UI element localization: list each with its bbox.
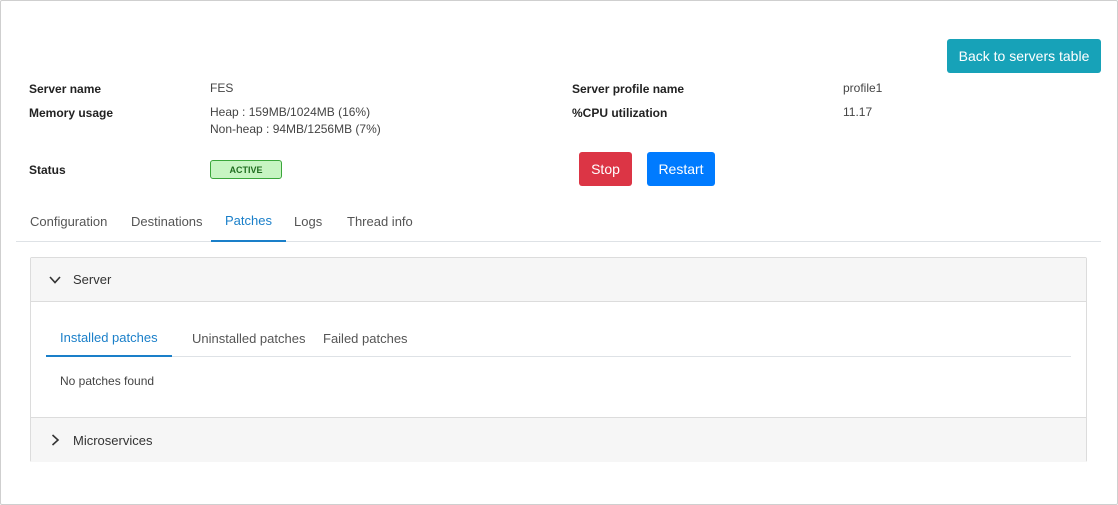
- memory-heap-value: Heap : 159MB/1024MB (16%): [210, 105, 371, 119]
- status-badge: ACTIVE: [210, 160, 282, 179]
- server-tabs: Configuration Destinations Patches Logs …: [16, 201, 1101, 242]
- tab-configuration[interactable]: Configuration: [30, 201, 107, 241]
- chevron-down-icon: [47, 272, 63, 288]
- tab-thread-info[interactable]: Thread info: [347, 201, 413, 241]
- subtab-failed-patches[interactable]: Failed patches: [323, 320, 408, 356]
- patches-accordion: Server Installed patches Uninstalled pat…: [30, 257, 1087, 462]
- server-profile-value: profile1: [843, 81, 883, 95]
- microservices-accordion-title: Microservices: [73, 432, 153, 448]
- server-profile-label: Server profile name: [572, 82, 685, 96]
- server-details-window: Back to servers table Server name FES Me…: [0, 0, 1118, 505]
- chevron-right-icon: [47, 432, 63, 448]
- cpu-utilization-label: %CPU utilization: [572, 106, 668, 120]
- server-name-value: FES: [210, 81, 234, 95]
- microservices-accordion-header[interactable]: Microservices: [31, 417, 1086, 462]
- server-accordion-header[interactable]: Server: [31, 258, 1086, 302]
- back-to-servers-button[interactable]: Back to servers table: [947, 39, 1101, 73]
- empty-patches-message: No patches found: [60, 374, 155, 388]
- cpu-utilization-value: 11.17: [843, 105, 873, 119]
- server-name-label: Server name: [29, 82, 102, 96]
- stop-button[interactable]: Stop: [579, 152, 632, 186]
- patch-subtabs: Installed patches Uninstalled patches Fa…: [46, 320, 1071, 357]
- subtab-installed-patches[interactable]: Installed patches: [46, 320, 172, 357]
- tab-destinations[interactable]: Destinations: [131, 201, 203, 241]
- tab-patches[interactable]: Patches: [211, 201, 286, 242]
- memory-usage-label: Memory usage: [29, 106, 114, 120]
- status-label: Status: [29, 163, 66, 177]
- restart-button[interactable]: Restart: [647, 152, 715, 186]
- memory-nonheap-value: Non-heap : 94MB/1256MB (7%): [210, 122, 381, 136]
- tab-logs[interactable]: Logs: [294, 201, 322, 241]
- server-accordion-title: Server: [73, 272, 112, 287]
- subtab-uninstalled-patches[interactable]: Uninstalled patches: [192, 320, 305, 356]
